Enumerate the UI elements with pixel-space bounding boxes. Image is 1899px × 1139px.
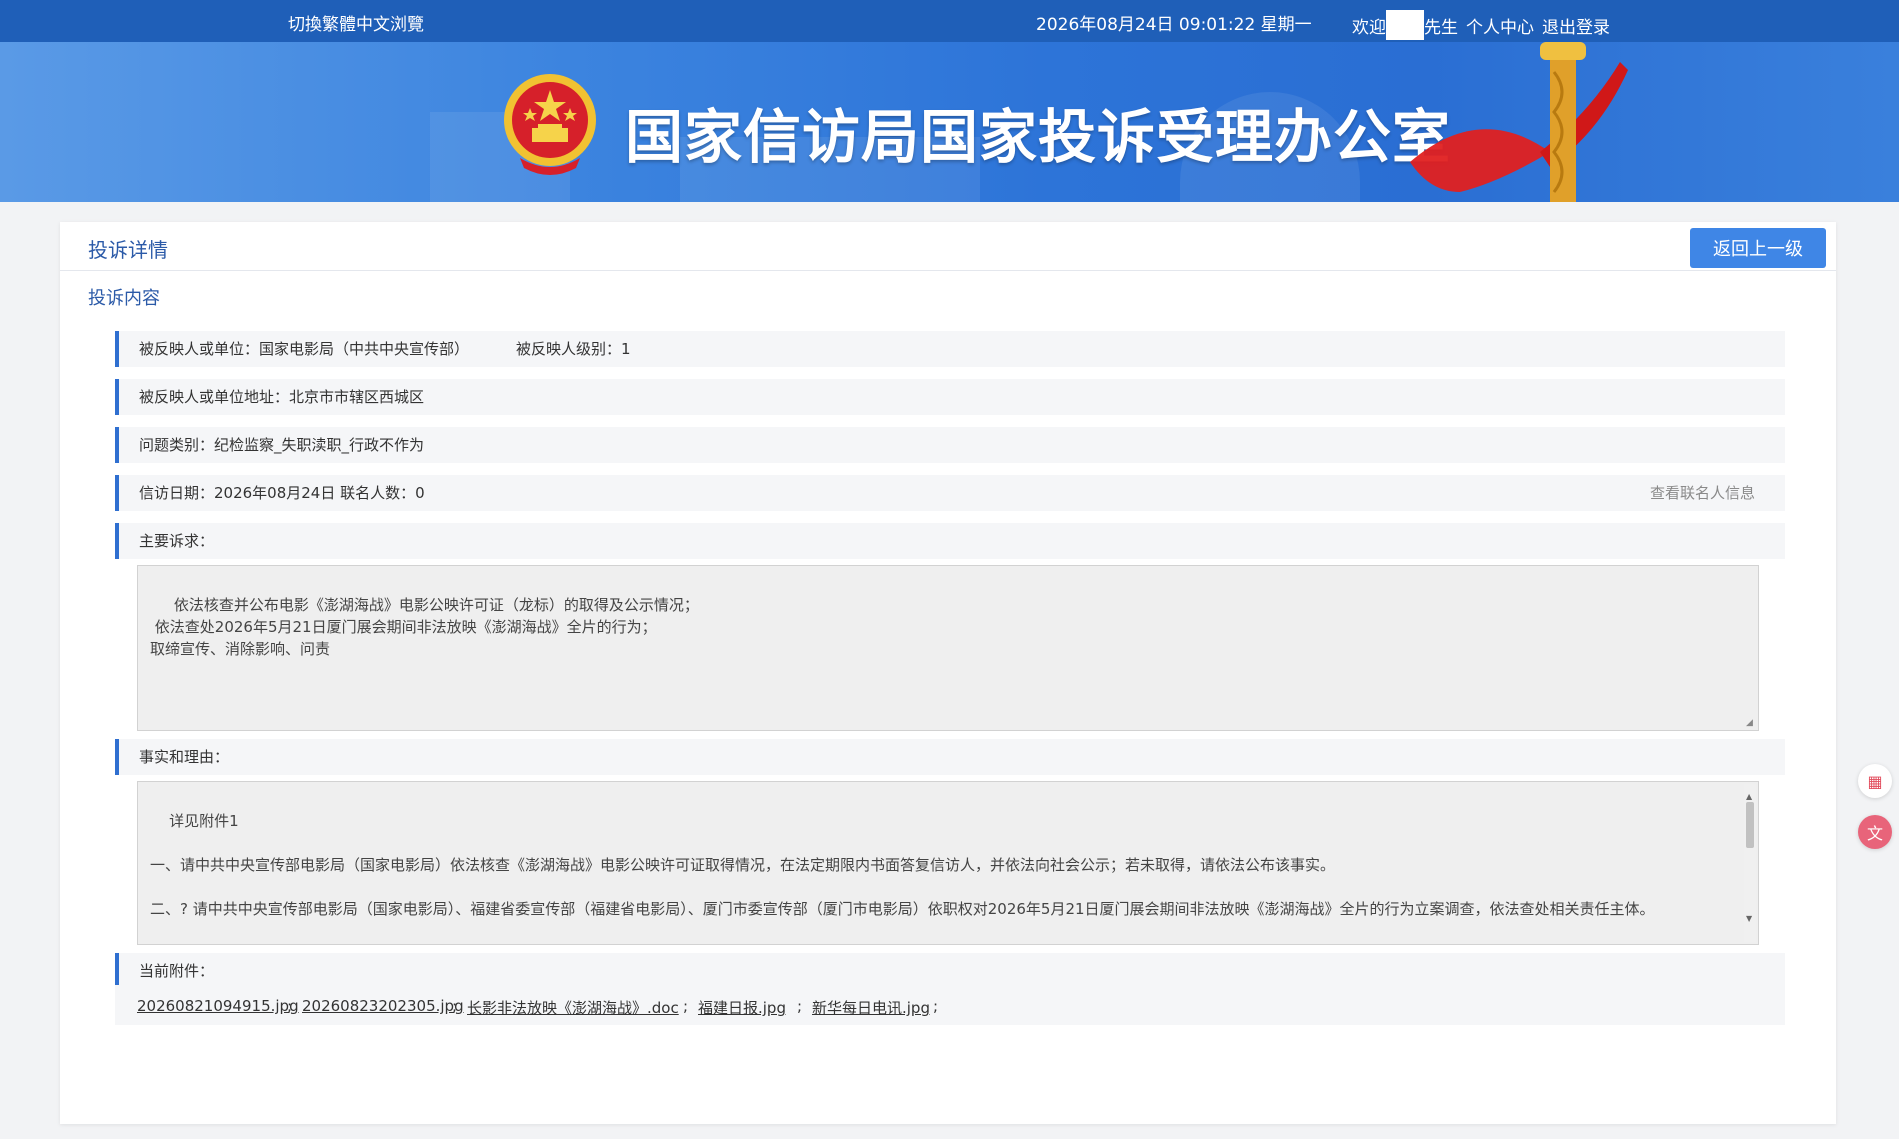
scrollbar-thumb[interactable] (1746, 802, 1754, 848)
attachment-separator: ; (797, 997, 803, 1015)
attachment-link[interactable]: 长影非法放映《澎湖海战》.doc (467, 997, 679, 1018)
main-claim-textarea[interactable]: 依法核查并公布电影《澎湖海战》电影公映许可证（龙标）的取得及公示情况； 依法查处… (137, 565, 1759, 731)
header-banner: 国家信访局国家投诉受理办公室 (0, 42, 1899, 202)
attachment-link[interactable]: 新华每日电讯.jpg (812, 997, 930, 1018)
back-button[interactable]: 返回上一级 (1690, 228, 1826, 268)
respondent-field: 被反映人或单位：国家电影局（中共中央宣传部） (139, 340, 470, 358)
scroll-down-arrow-icon[interactable]: ▼ (1746, 908, 1752, 930)
attachment-separator: ; (452, 997, 458, 1015)
attachment-link[interactable]: 20260823202305.jpg (302, 997, 464, 1015)
attachments-list: 20260821094915.jpg ; 20260823202305.jpg … (115, 985, 1785, 1025)
top-bar: 切換繁體中文浏覽 2026年08月24日 09:01:22 星期一 欢迎 先生 … (0, 0, 1899, 42)
logout-link[interactable]: 退出登录 (1542, 13, 1610, 38)
respondent-row: 被反映人或单位：国家电影局（中共中央宣传部） 被反映人级别：1 (115, 331, 1785, 367)
view-cosigners-link[interactable]: 查看联名人信息 (1650, 475, 1755, 511)
card-title: 投诉详情 (88, 238, 168, 262)
main-claim-text: 依法核查并公布电影《澎湖海战》电影公映许可证（龙标）的取得及公示情况； 依法查处… (150, 596, 699, 658)
problem-type-field: 问题类别：纪检监察_失职渎职_行政不作为 (139, 436, 425, 454)
problem-type-row: 问题类别：纪检监察_失职渎职_行政不作为 (115, 427, 1785, 463)
section-title: 投诉内容 (88, 288, 160, 309)
current-datetime: 2026年08月24日 09:01:22 星期一 (1036, 15, 1312, 35)
date-count-row: 信访日期：2026年08月24日 联名人数：0 查看联名人信息 (115, 475, 1785, 511)
resize-grip-icon[interactable]: ◢ (1746, 718, 1756, 728)
attachment-separator: ; (683, 997, 689, 1015)
facts-label-row: 事实和理由： (115, 739, 1785, 775)
apps-grid-icon[interactable]: ▦ (1858, 764, 1892, 798)
respondent-level-field: 被反映人级别：1 (516, 340, 631, 358)
welcome-suffix: 先生 (1424, 17, 1458, 38)
facts-text: 详见附件1 一、请中共中央宣传部电影局（国家电影局）依法核查《澎湖海战》电影公映… (150, 812, 1655, 918)
date-count-field: 信访日期：2026年08月24日 联名人数：0 (139, 484, 425, 502)
personal-center-link[interactable]: 个人中心 (1466, 13, 1534, 38)
national-emblem-icon (504, 74, 596, 175)
card-header: 投诉详情 返回上一级 (60, 222, 1836, 271)
complaint-detail-card: 投诉详情 返回上一级 投诉内容 被反映人或单位：国家电影局（中共中央宣传部） 被… (60, 222, 1836, 1124)
attachment-link[interactable]: 20260821094915.jpg (137, 997, 299, 1015)
attachment-separator: ; (287, 997, 293, 1015)
respondent-address-field: 被反映人或单位地址：北京市市辖区西城区 (139, 388, 425, 406)
redacted-username (1386, 10, 1424, 40)
attachment-link[interactable]: 福建日报.jpg (698, 997, 786, 1018)
welcome-prefix: 欢迎 (1352, 17, 1386, 38)
welcome-area: 欢迎 先生 个人中心 退出登录 (1352, 10, 1610, 40)
attachments-label: 当前附件： (139, 962, 215, 980)
facts-scrollbar[interactable]: ▲ ▼ (1744, 784, 1756, 942)
language-switch-link[interactable]: 切換繁體中文浏覽 (288, 10, 424, 35)
attachment-separator: ; (933, 997, 939, 1015)
translate-icon[interactable]: 文 (1858, 815, 1892, 849)
main-claim-label: 主要诉求： (139, 532, 215, 550)
facts-label: 事实和理由： (139, 748, 230, 766)
attachments-label-row: 当前附件： (115, 953, 1785, 989)
main-claim-label-row: 主要诉求： (115, 523, 1785, 559)
facts-textarea[interactable]: 详见附件1 一、请中共中央宣传部电影局（国家电影局）依法核查《澎湖海战》电影公映… (137, 781, 1759, 945)
huabiao-pillar-icon (1410, 42, 1628, 202)
banner-title: 国家信访局国家投诉受理办公室 (625, 103, 1452, 171)
respondent-address-row: 被反映人或单位地址：北京市市辖区西城区 (115, 379, 1785, 415)
